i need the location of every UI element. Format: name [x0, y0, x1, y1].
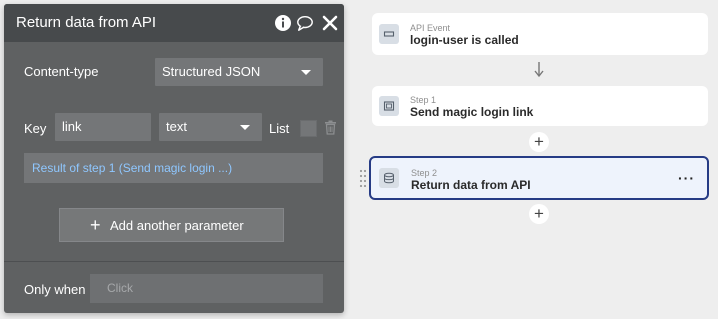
step-2-title: Return data from API: [411, 178, 531, 192]
key-label: Key: [24, 121, 47, 136]
plus-icon: +: [90, 215, 101, 235]
email-icon: [379, 96, 399, 116]
event-card[interactable]: API Event login-user is called: [372, 13, 708, 55]
step-2-subtitle: Step 2: [411, 168, 438, 178]
trash-icon[interactable]: [324, 120, 337, 135]
more-options-icon[interactable]: ···: [678, 170, 695, 186]
panel-header: Return data from API: [4, 4, 344, 42]
step-card-1[interactable]: Step 1 Send magic login link: [372, 86, 708, 126]
property-editor-panel: Return data from API Content-type Struct…: [4, 4, 344, 313]
content-type-dropdown[interactable]: Structured JSON: [155, 58, 323, 86]
add-parameter-button[interactable]: + Add another parameter: [59, 208, 284, 242]
drag-handle-icon[interactable]: [359, 169, 367, 187]
key-type-value: text: [166, 119, 187, 134]
close-icon[interactable]: [322, 15, 338, 31]
dynamic-expression[interactable]: Result of step 1 (Send magic login ...): [24, 153, 323, 183]
chevron-down-icon: [301, 70, 311, 75]
list-label: List: [269, 121, 290, 136]
add-step-button[interactable]: +: [529, 204, 549, 224]
arrow-down-icon: [534, 62, 544, 78]
info-icon[interactable]: [274, 14, 292, 32]
only-when-input[interactable]: Click: [90, 274, 323, 303]
list-checkbox[interactable]: [300, 120, 317, 137]
divider: [4, 261, 344, 262]
add-parameter-label: Add another parameter: [110, 218, 244, 233]
chevron-down-icon: [240, 125, 250, 130]
step-1-subtitle: Step 1: [410, 95, 437, 105]
comment-icon[interactable]: [296, 14, 314, 32]
step-1-title: Send magic login link: [410, 105, 534, 119]
database-icon: [379, 168, 399, 188]
key-type-dropdown[interactable]: text: [159, 113, 262, 141]
step-card-2[interactable]: Step 2 Return data from API ···: [369, 156, 709, 200]
content-type-label: Content-type: [24, 64, 99, 79]
key-input[interactable]: link: [55, 113, 151, 141]
only-when-label: Only when: [24, 282, 86, 297]
panel-title: Return data from API: [16, 14, 157, 31]
event-title: login-user is called: [410, 33, 519, 47]
add-step-button[interactable]: +: [529, 132, 549, 152]
content-type-value: Structured JSON: [162, 64, 261, 79]
api-event-icon: [379, 24, 399, 44]
event-subtitle: API Event: [410, 23, 451, 33]
